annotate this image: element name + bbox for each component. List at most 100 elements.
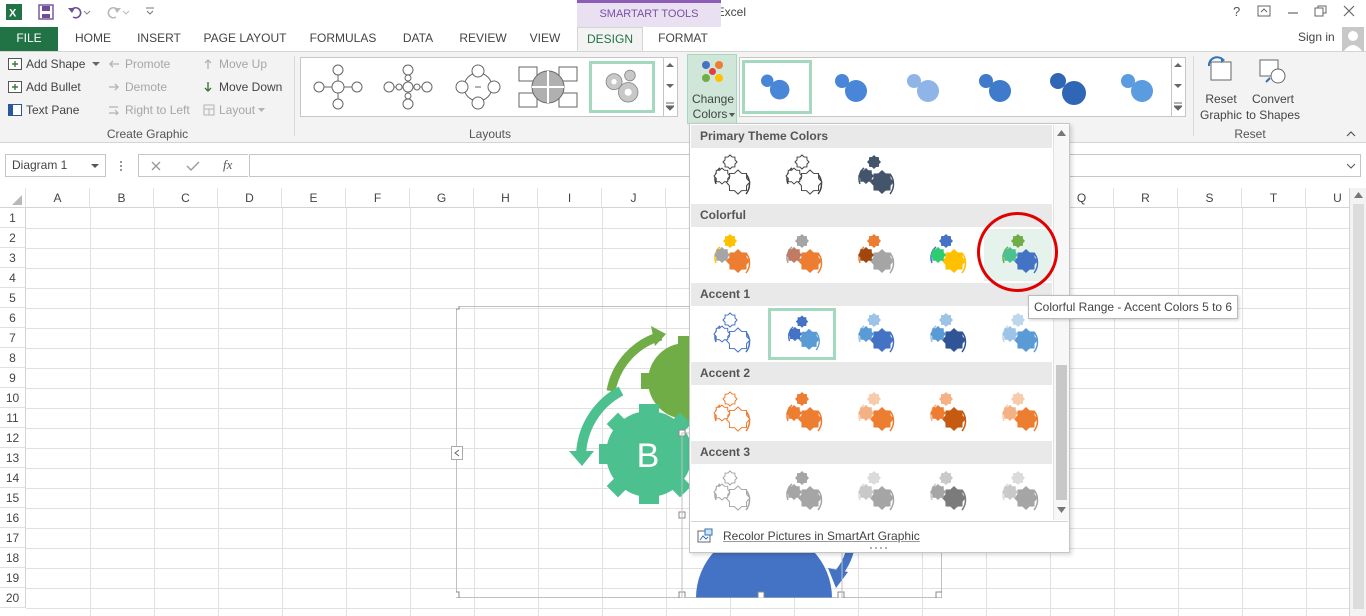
add-bullet-button[interactable]: Add Bullet bbox=[26, 80, 81, 94]
color-option[interactable] bbox=[696, 308, 764, 360]
layout-button[interactable]: Layout bbox=[219, 103, 255, 117]
add-shape-button[interactable]: Add Shape bbox=[26, 57, 85, 71]
color-option[interactable] bbox=[840, 150, 908, 202]
scroll-up-icon[interactable] bbox=[666, 62, 674, 68]
tab-page-layout[interactable]: PAGE LAYOUT bbox=[196, 27, 294, 51]
row-header[interactable]: 18 bbox=[0, 548, 26, 568]
column-header[interactable]: S bbox=[1178, 188, 1242, 208]
color-option[interactable] bbox=[768, 466, 836, 518]
vertical-scrollbar[interactable] bbox=[1349, 188, 1366, 616]
color-option[interactable] bbox=[984, 387, 1052, 439]
style-option[interactable] bbox=[964, 61, 1030, 113]
column-header[interactable]: F bbox=[346, 188, 410, 208]
style-option-selected[interactable] bbox=[742, 60, 812, 114]
row-header[interactable]: 13 bbox=[0, 448, 26, 468]
recolor-pictures-option[interactable]: Recolor Pictures in SmartArt Graphic bbox=[691, 521, 1068, 552]
scroll-up-arrow-icon[interactable] bbox=[1354, 192, 1363, 198]
layout-option-gear-selected[interactable] bbox=[589, 61, 655, 113]
row-header[interactable]: 17 bbox=[0, 528, 26, 548]
row-header[interactable]: 6 bbox=[0, 308, 26, 328]
row-header[interactable]: 15 bbox=[0, 488, 26, 508]
column-header[interactable]: A bbox=[26, 188, 90, 208]
demote-button[interactable]: Demote bbox=[125, 80, 167, 94]
color-option[interactable] bbox=[912, 466, 980, 518]
tab-file[interactable]: FILE bbox=[0, 27, 58, 51]
row-header[interactable]: 19 bbox=[0, 568, 26, 588]
column-header[interactable]: T bbox=[1242, 188, 1306, 208]
sign-in-link[interactable]: Sign in bbox=[1298, 30, 1335, 44]
expand-formula-bar-icon[interactable] bbox=[1346, 163, 1356, 169]
formula-bar-grip-icon[interactable] bbox=[118, 159, 124, 173]
convert-to-shapes-label-1[interactable]: Convert bbox=[1245, 92, 1301, 106]
color-option[interactable] bbox=[912, 229, 980, 281]
tab-formulas[interactable]: FORMULAS bbox=[302, 27, 384, 51]
column-header[interactable]: E bbox=[282, 188, 346, 208]
ribbon-display-options-icon[interactable] bbox=[1257, 5, 1271, 17]
row-header[interactable]: 16 bbox=[0, 508, 26, 528]
style-option[interactable] bbox=[1036, 61, 1102, 113]
row-header[interactable]: 10 bbox=[0, 388, 26, 408]
column-header[interactable]: G bbox=[410, 188, 474, 208]
move-up-button[interactable]: Move Up bbox=[219, 57, 267, 71]
collapse-ribbon-icon[interactable] bbox=[1346, 130, 1356, 138]
column-header[interactable]: R bbox=[1114, 188, 1178, 208]
insert-function-button[interactable]: fx bbox=[223, 157, 232, 173]
restore-icon[interactable] bbox=[1314, 5, 1328, 17]
color-option[interactable] bbox=[696, 229, 764, 281]
close-icon[interactable] bbox=[1342, 5, 1356, 17]
row-header[interactable]: 9 bbox=[0, 368, 26, 388]
gallery-more-icon[interactable] bbox=[1174, 102, 1182, 111]
column-header[interactable]: J bbox=[602, 188, 666, 208]
help-button[interactable]: ? bbox=[1233, 4, 1240, 19]
row-header[interactable]: 1 bbox=[0, 208, 26, 228]
scroll-down-icon[interactable] bbox=[666, 83, 674, 89]
style-option[interactable] bbox=[820, 61, 886, 113]
smartart-styles-gallery[interactable] bbox=[739, 57, 1186, 117]
style-option[interactable] bbox=[1106, 61, 1172, 113]
column-header[interactable]: B bbox=[90, 188, 154, 208]
promote-button[interactable]: Promote bbox=[125, 57, 170, 71]
convert-to-shapes-label-2[interactable]: to Shapes bbox=[1242, 108, 1304, 122]
row-header[interactable]: 3 bbox=[0, 248, 26, 268]
enter-checkmark-icon[interactable] bbox=[186, 160, 200, 172]
tab-home[interactable]: HOME bbox=[64, 27, 122, 51]
column-header[interactable]: D bbox=[218, 188, 282, 208]
row-header[interactable]: 2 bbox=[0, 228, 26, 248]
color-option[interactable] bbox=[840, 387, 908, 439]
color-option[interactable] bbox=[696, 387, 764, 439]
column-header[interactable]: C bbox=[154, 188, 218, 208]
dropdown-scroll-thumb[interactable] bbox=[1056, 365, 1067, 500]
row-header[interactable]: 11 bbox=[0, 408, 26, 428]
worksheet-grid[interactable]: ABCDEFGHIJKLMNOPQRSTU 123456789101112131… bbox=[0, 188, 1366, 616]
color-option[interactable] bbox=[840, 308, 908, 360]
layout-option[interactable] bbox=[445, 61, 511, 113]
tab-data[interactable]: DATA bbox=[392, 27, 444, 51]
add-shape-dropdown-icon[interactable] bbox=[92, 61, 100, 67]
reset-graphic-label-2[interactable]: Graphic bbox=[1197, 108, 1245, 122]
minimize-icon[interactable] bbox=[1286, 5, 1300, 17]
row-header[interactable]: 20 bbox=[0, 588, 26, 608]
resize-grip-icon[interactable] bbox=[869, 546, 889, 550]
tab-insert[interactable]: INSERT bbox=[129, 27, 189, 51]
tab-review[interactable]: REVIEW bbox=[452, 27, 514, 51]
color-option[interactable] bbox=[912, 387, 980, 439]
dropdown-scrollbar[interactable] bbox=[1053, 125, 1069, 520]
styles-gallery-scroll[interactable] bbox=[1171, 58, 1184, 116]
tab-format[interactable]: FORMAT bbox=[648, 27, 718, 51]
column-header[interactable]: H bbox=[474, 188, 538, 208]
row-header[interactable]: 7 bbox=[0, 328, 26, 348]
color-option[interactable] bbox=[768, 308, 836, 360]
column-header[interactable]: I bbox=[538, 188, 602, 208]
change-colors-button[interactable]: Change Colors bbox=[687, 54, 737, 124]
move-down-button[interactable]: Move Down bbox=[219, 80, 282, 94]
row-header[interactable]: 8 bbox=[0, 348, 26, 368]
color-option[interactable] bbox=[912, 308, 980, 360]
gallery-more-icon[interactable] bbox=[666, 102, 674, 111]
color-option[interactable] bbox=[696, 150, 764, 202]
reset-graphic-label-1[interactable]: Reset bbox=[1199, 92, 1243, 106]
row-header[interactable]: 5 bbox=[0, 288, 26, 308]
layout-option[interactable] bbox=[305, 61, 371, 113]
scroll-up-arrow-icon[interactable] bbox=[1057, 130, 1066, 136]
right-to-left-button[interactable]: Right to Left bbox=[125, 103, 190, 117]
style-option[interactable] bbox=[892, 61, 958, 113]
